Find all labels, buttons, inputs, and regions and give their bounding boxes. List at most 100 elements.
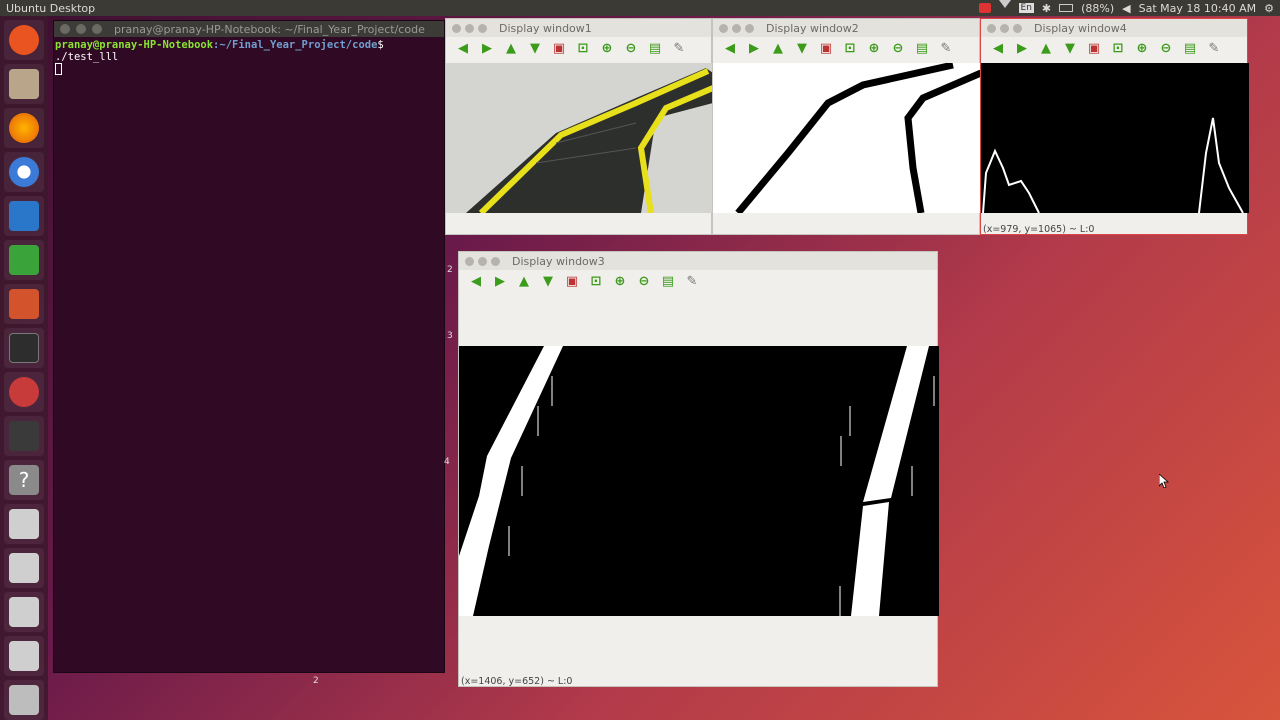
terminal-window[interactable]: pranay@pranay-HP-Notebook: ~/Final_Year_…	[53, 20, 445, 673]
battery-icon[interactable]	[1059, 4, 1074, 12]
ubuntu-icon[interactable]	[4, 20, 44, 60]
image-canvas[interactable]	[713, 63, 981, 213]
zoom-region-icon[interactable]: ⊡	[841, 39, 859, 57]
display-window-2[interactable]: Display window2 ◀ ▶ ▲ ▼ ▣ ⊡ ⊕ ⊖ ▤ ✎	[712, 18, 981, 235]
launcher: ?	[0, 16, 48, 720]
pan-down-icon[interactable]: ▼	[793, 39, 811, 57]
close-icon[interactable]	[60, 24, 70, 34]
pan-left-icon[interactable]: ◀	[467, 272, 485, 290]
zoom-in-icon[interactable]: ⊕	[1133, 39, 1151, 57]
help-icon[interactable]: ?	[4, 460, 44, 500]
mouse-cursor-icon	[1159, 474, 1169, 488]
chromium-icon[interactable]	[4, 152, 44, 192]
maximize-icon[interactable]	[491, 256, 500, 266]
pan-up-icon[interactable]: ▲	[769, 39, 787, 57]
maximize-icon[interactable]	[1013, 23, 1022, 33]
minimize-icon[interactable]	[1000, 23, 1009, 33]
pan-down-icon[interactable]: ▼	[526, 39, 544, 57]
minimize-icon[interactable]	[732, 23, 741, 33]
zoom-fit-icon[interactable]: ▣	[550, 39, 568, 57]
pan-down-icon[interactable]: ▼	[1061, 39, 1079, 57]
minimize-icon[interactable]	[478, 256, 487, 266]
display-window-4[interactable]: Display window4 ◀ ▶ ▲ ▼ ▣ ⊡ ⊕ ⊖ ▤ ✎ (x=9…	[980, 18, 1249, 235]
maximize-icon[interactable]	[478, 23, 487, 33]
properties-icon[interactable]: ✎	[1205, 39, 1223, 57]
writer-icon[interactable]	[4, 196, 44, 236]
pan-right-icon[interactable]: ▶	[478, 39, 496, 57]
save-icon[interactable]: ▤	[913, 39, 931, 57]
impress-icon[interactable]	[4, 284, 44, 324]
pan-right-icon[interactable]: ▶	[745, 39, 763, 57]
pan-down-icon[interactable]: ▼	[539, 272, 557, 290]
power-icon[interactable]: ⚙	[1264, 2, 1274, 15]
save-icon[interactable]: ▤	[1181, 39, 1199, 57]
histogram-canvas[interactable]	[981, 63, 1249, 213]
close-icon[interactable]	[719, 23, 728, 33]
terminal-titlebar[interactable]: pranay@pranay-HP-Notebook: ~/Final_Year_…	[54, 21, 444, 37]
window-titlebar[interactable]: Display window2	[713, 19, 979, 37]
zoom-in-icon[interactable]: ⊕	[611, 272, 629, 290]
zoom-fit-icon[interactable]: ▣	[563, 272, 581, 290]
close-icon[interactable]	[452, 23, 461, 33]
road-image	[446, 63, 713, 213]
bluetooth-icon[interactable]: ✱	[1042, 2, 1051, 15]
zoom-in-icon[interactable]: ⊕	[598, 39, 616, 57]
prompt-user: pranay@pranay-HP-Notebook	[55, 39, 214, 51]
zoom-out-icon[interactable]: ⊖	[622, 39, 640, 57]
zoom-out-icon[interactable]: ⊖	[889, 39, 907, 57]
maximize-icon[interactable]	[92, 24, 102, 34]
window-titlebar[interactable]: Display window4	[981, 19, 1247, 37]
pan-right-icon[interactable]: ▶	[1013, 39, 1031, 57]
disk-icon[interactable]	[4, 548, 44, 588]
terminal-output[interactable]: pranay@pranay-HP-Notebook:~/Final_Year_P…	[54, 37, 444, 78]
settings-icon[interactable]	[4, 372, 44, 412]
pan-left-icon[interactable]: ◀	[454, 39, 472, 57]
pan-up-icon[interactable]: ▲	[1037, 39, 1055, 57]
battery-percent[interactable]: (88%)	[1081, 2, 1114, 15]
zoom-out-icon[interactable]: ⊖	[1157, 39, 1175, 57]
maximize-icon[interactable]	[745, 23, 754, 33]
volume-icon[interactable]: ◀	[1122, 2, 1130, 15]
wifi-icon[interactable]	[998, 0, 1011, 16]
toolbar: ◀ ▶ ▲ ▼ ▣ ⊡ ⊕ ⊖ ▤ ✎	[446, 37, 711, 59]
image-canvas[interactable]	[446, 63, 713, 213]
zoom-fit-icon[interactable]: ▣	[1085, 39, 1103, 57]
keyboard-indicator[interactable]: En	[1018, 3, 1034, 13]
disk-icon[interactable]	[4, 636, 44, 676]
birdseye-canvas[interactable]	[459, 346, 939, 616]
zoom-region-icon[interactable]: ⊡	[587, 272, 605, 290]
pan-left-icon[interactable]: ◀	[989, 39, 1007, 57]
minimize-icon[interactable]	[76, 24, 86, 34]
datetime[interactable]: Sat May 18 10:40 AM	[1139, 2, 1256, 15]
pan-right-icon[interactable]: ▶	[491, 272, 509, 290]
disk-icon[interactable]	[4, 504, 44, 544]
properties-icon[interactable]: ✎	[670, 39, 688, 57]
properties-icon[interactable]: ✎	[683, 272, 701, 290]
files-icon[interactable]	[4, 64, 44, 104]
firefox-icon[interactable]	[4, 108, 44, 148]
clapper-icon[interactable]	[4, 416, 44, 456]
display-window-3[interactable]: Display window3 ◀ ▶ ▲ ▼ ▣ ⊡ ⊕ ⊖ ▤ ✎ (x=1…	[458, 251, 939, 687]
zoom-in-icon[interactable]: ⊕	[865, 39, 883, 57]
close-icon[interactable]	[465, 256, 474, 266]
save-icon[interactable]: ▤	[646, 39, 664, 57]
zoom-region-icon[interactable]: ⊡	[574, 39, 592, 57]
window-titlebar[interactable]: Display window1	[446, 19, 711, 37]
save-icon[interactable]: ▤	[659, 272, 677, 290]
pan-up-icon[interactable]: ▲	[502, 39, 520, 57]
pan-left-icon[interactable]: ◀	[721, 39, 739, 57]
calc-icon[interactable]	[4, 240, 44, 280]
properties-icon[interactable]: ✎	[937, 39, 955, 57]
zoom-out-icon[interactable]: ⊖	[635, 272, 653, 290]
disk-icon[interactable]	[4, 592, 44, 632]
recording-icon[interactable]	[978, 3, 991, 13]
zoom-region-icon[interactable]: ⊡	[1109, 39, 1127, 57]
window-titlebar[interactable]: Display window3	[459, 252, 937, 270]
pan-up-icon[interactable]: ▲	[515, 272, 533, 290]
trash-icon[interactable]	[4, 680, 44, 720]
zoom-fit-icon[interactable]: ▣	[817, 39, 835, 57]
close-icon[interactable]	[987, 23, 996, 33]
minimize-icon[interactable]	[465, 23, 474, 33]
display-window-1[interactable]: Display window1 ◀ ▶ ▲ ▼ ▣ ⊡ ⊕ ⊖ ▤ ✎	[445, 18, 713, 235]
terminal-icon[interactable]	[4, 328, 44, 368]
